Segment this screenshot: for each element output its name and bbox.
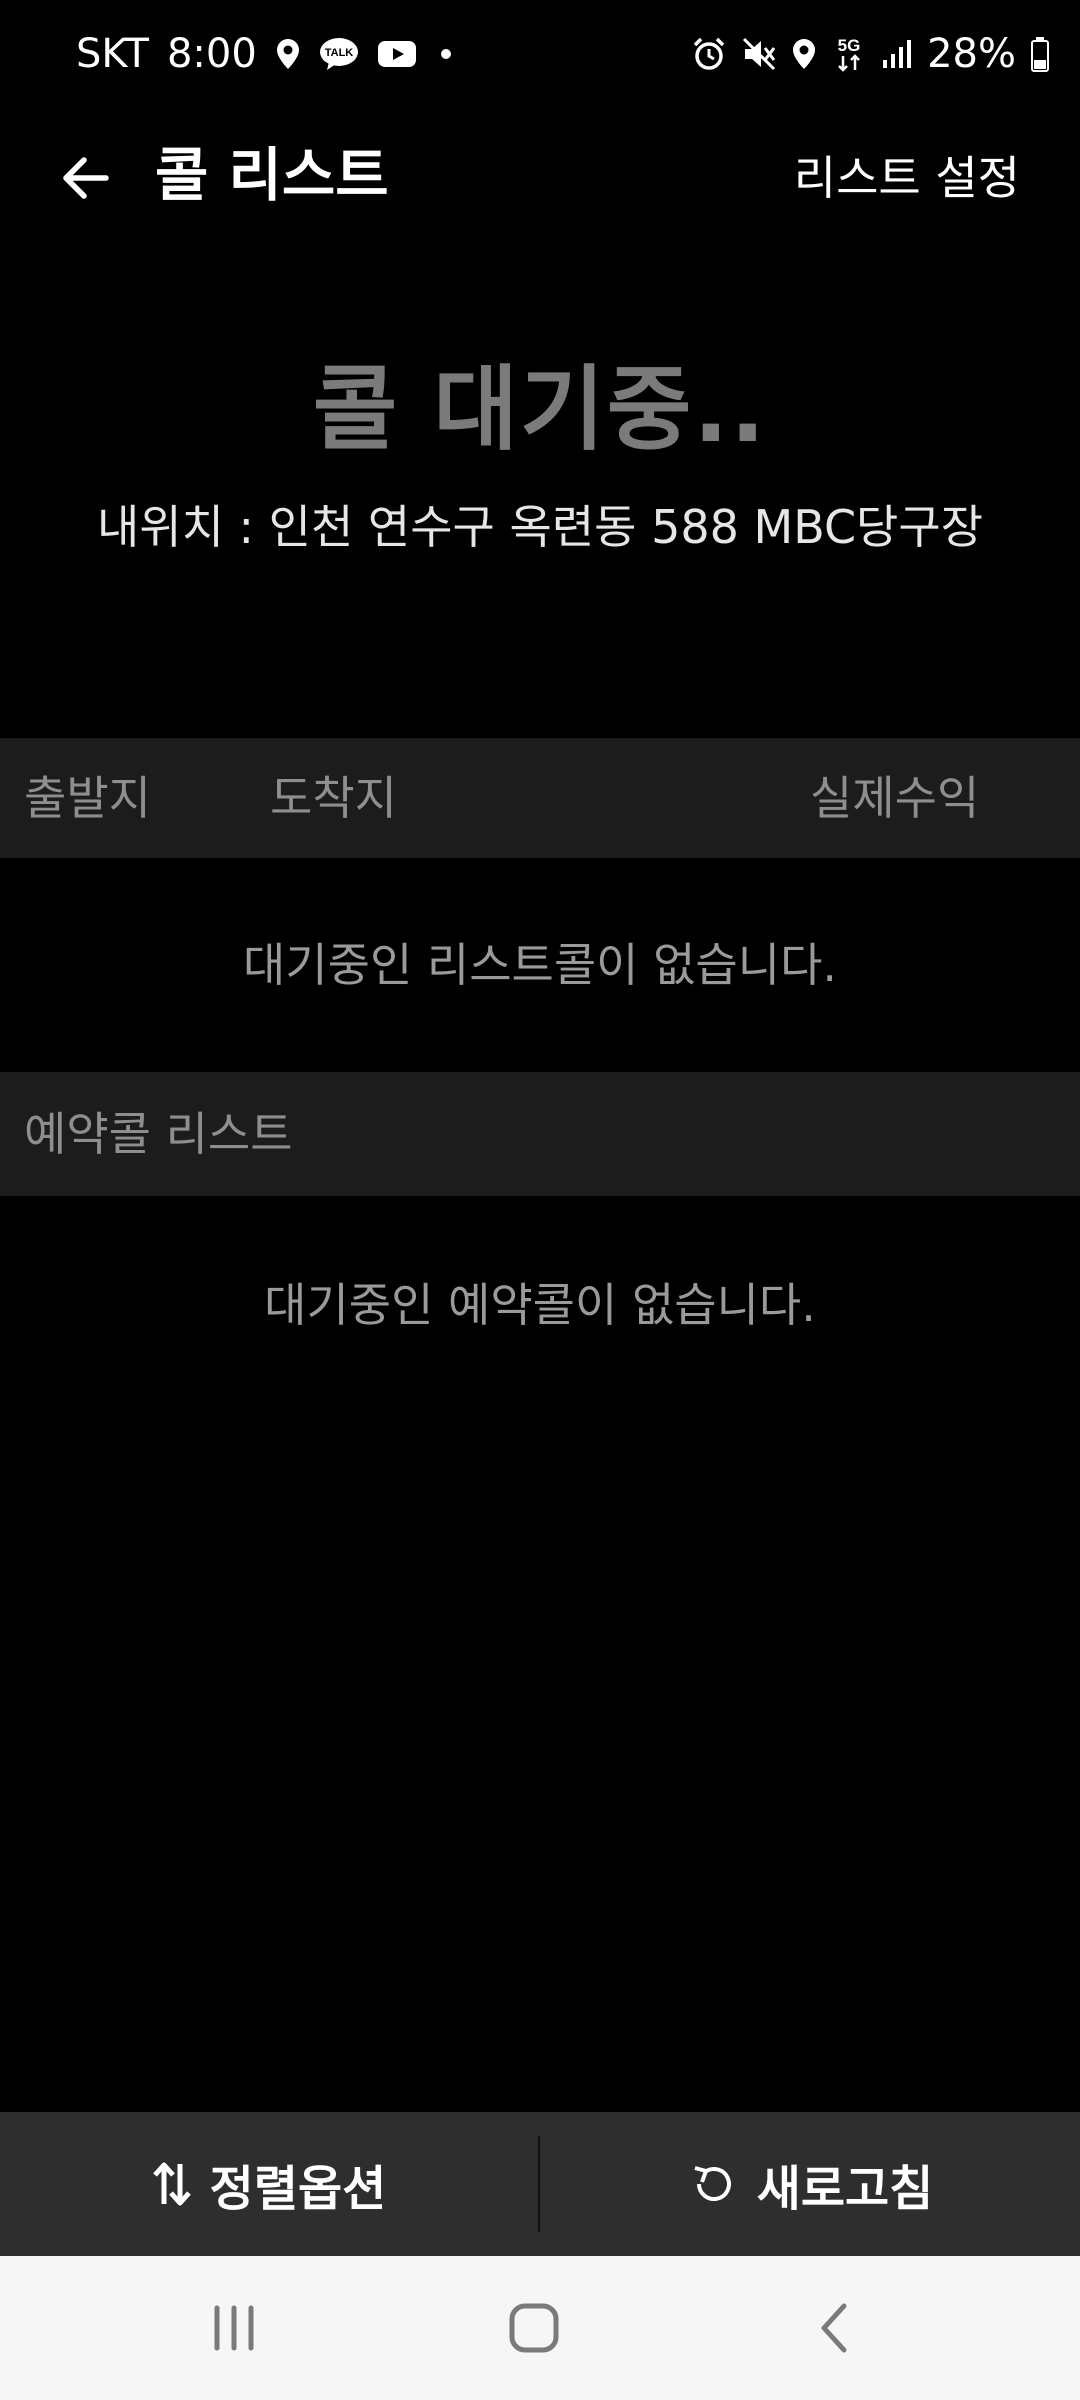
refresh-label: 새로고침 bbox=[756, 2161, 934, 2217]
svg-text:5G: 5G bbox=[838, 36, 861, 55]
call-list-empty-message: 대기중인 리스트콜이 없습니다. bbox=[242, 938, 838, 992]
recents-button[interactable] bbox=[198, 2292, 270, 2364]
page-title: 콜 리스트 bbox=[155, 141, 389, 209]
column-departure: 출발지 bbox=[24, 771, 151, 825]
signal-icon bbox=[881, 38, 913, 70]
sort-options-label: 정렬옵션 bbox=[209, 2161, 387, 2217]
kakaotalk-icon: TALK bbox=[319, 37, 359, 71]
reservation-empty-message: 대기중인 예약콜이 없습니다. bbox=[264, 1278, 816, 1332]
sort-options-button[interactable]: 정렬옵션 bbox=[0, 2112, 538, 2256]
system-navigation-bar bbox=[0, 2256, 1080, 2400]
current-location: 내위치 : 인천 연수구 옥련동 588 MBC당구장 bbox=[96, 500, 984, 554]
status-bar: SKT 8:00 TALK 5G 28% bbox=[0, 0, 1080, 110]
clock: 8:00 bbox=[166, 31, 257, 77]
app-bar: 콜 리스트 리스트 설정 bbox=[0, 110, 1080, 240]
battery-icon bbox=[1030, 36, 1050, 72]
mute-icon bbox=[741, 36, 777, 72]
5g-icon: 5G bbox=[831, 34, 867, 74]
dot-icon bbox=[440, 49, 451, 59]
sort-arrows-icon bbox=[152, 2162, 191, 2206]
bottom-action-bar: 정렬옵션 새로고침 bbox=[0, 2112, 1080, 2256]
location-icon bbox=[791, 37, 817, 71]
battery-percent: 28% bbox=[927, 31, 1016, 77]
home-icon bbox=[509, 2303, 559, 2353]
bottom-divider bbox=[538, 2136, 540, 2232]
recents-icon bbox=[214, 2305, 254, 2351]
column-income: 실제수익 bbox=[810, 771, 980, 825]
alarm-icon bbox=[691, 36, 727, 72]
back-button[interactable] bbox=[50, 143, 120, 213]
list-settings-button[interactable]: 리스트 설정 bbox=[794, 143, 1020, 213]
call-list-header: 출발지 도착지 실제수익 bbox=[0, 738, 1080, 858]
refresh-button[interactable]: 새로고침 bbox=[542, 2112, 1080, 2256]
system-back-button[interactable] bbox=[800, 2292, 872, 2364]
svg-text:TALK: TALK bbox=[325, 47, 354, 59]
home-button[interactable] bbox=[498, 2292, 570, 2364]
reservation-list-header: 예약콜 리스트 bbox=[0, 1072, 1080, 1196]
carrier-label: SKT bbox=[76, 31, 149, 77]
arrow-left-icon bbox=[63, 157, 109, 199]
reservation-list-title: 예약콜 리스트 bbox=[24, 1107, 293, 1161]
column-arrival: 도착지 bbox=[270, 771, 397, 825]
chevron-left-icon bbox=[821, 2303, 847, 2353]
waiting-status-title: 콜 대기중.. bbox=[312, 356, 768, 463]
location-icon bbox=[275, 37, 301, 71]
youtube-icon bbox=[377, 39, 417, 69]
refresh-icon bbox=[694, 2166, 731, 2201]
